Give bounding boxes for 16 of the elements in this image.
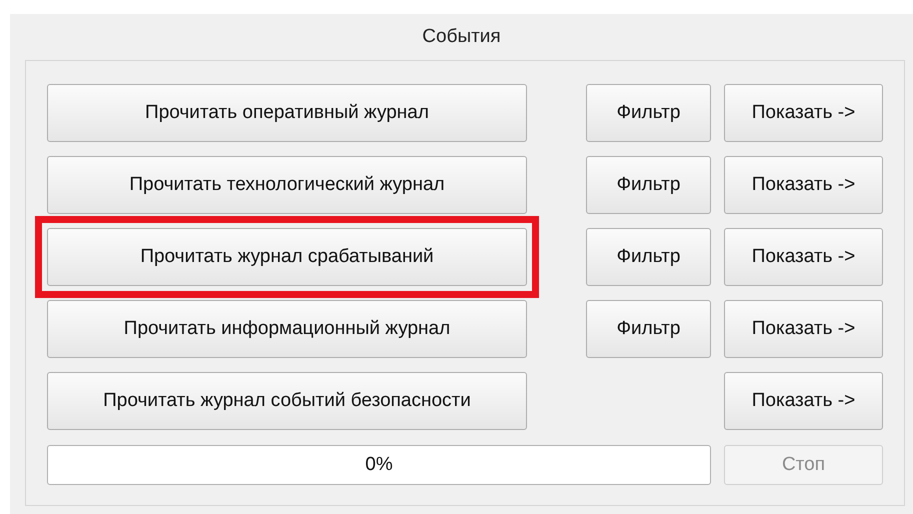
show-button[interactable]: Показать -> xyxy=(724,156,883,214)
group-title: События xyxy=(422,24,501,49)
read-log-button[interactable]: Прочитать журнал событий безопасности xyxy=(47,372,527,430)
read-log-button[interactable]: Прочитать оперативный журнал xyxy=(47,84,527,142)
show-button[interactable]: Показать -> xyxy=(724,228,883,286)
show-button[interactable]: Показать -> xyxy=(724,300,883,358)
progress-text: 0% xyxy=(365,452,393,477)
read-log-button[interactable]: Прочитать журнал срабатываний xyxy=(47,228,527,286)
filter-button[interactable]: Фильтр xyxy=(586,84,711,142)
show-button[interactable]: Показать -> xyxy=(724,84,883,142)
read-log-button[interactable]: Прочитать информационный журнал xyxy=(47,300,527,358)
filter-button[interactable]: Фильтр xyxy=(586,228,711,286)
show-button[interactable]: Показать -> xyxy=(724,372,883,430)
filter-button[interactable]: Фильтр xyxy=(586,300,711,358)
filter-button[interactable]: Фильтр xyxy=(586,156,711,214)
read-log-button[interactable]: Прочитать технологический журнал xyxy=(47,156,527,214)
